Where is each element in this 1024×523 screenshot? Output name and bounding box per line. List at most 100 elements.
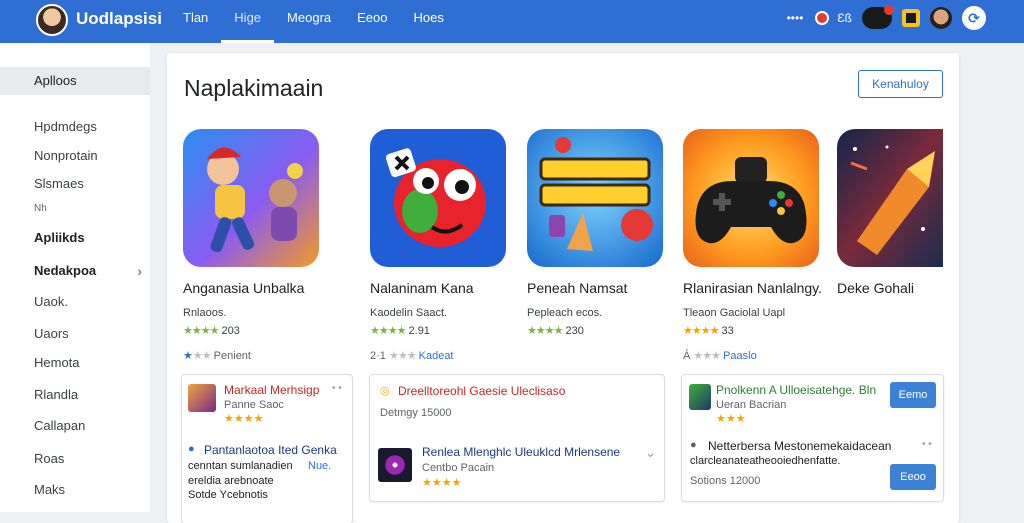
promo-card-3[interactable]: Pnolkenn A Ulloeisatehge. Bln Ueran Bacr…	[681, 374, 944, 502]
notification-icon[interactable]	[813, 11, 830, 25]
app-developer-3: Pepleach ecos.	[527, 307, 603, 319]
sidebar-item-6[interactable]: Apliikds	[0, 224, 150, 252]
rating-count: 33	[721, 325, 734, 337]
app-meta-1: ★★★ Penient	[183, 349, 251, 362]
top-right-toolbar: •••• Ɛß ⟳	[787, 5, 986, 30]
nav-tab-3[interactable]: Meogra	[274, 0, 344, 43]
card-subtitle: Ueran Bacrian	[716, 399, 787, 411]
app-meta-text: Penient	[213, 350, 251, 362]
main-panel: Naplakimaain Kenahuloy Anganasia Unbalka…	[167, 53, 959, 523]
brand-title: Uodlapsisi	[76, 9, 162, 28]
sidebar-item-8[interactable]: Uaok.	[0, 288, 150, 316]
app-tile-3[interactable]	[527, 129, 663, 267]
sidebar-item-13[interactable]: Roas	[0, 445, 150, 473]
refresh-icon[interactable]: ⟳	[962, 6, 986, 30]
sidebar-item-9[interactable]: Uaors	[0, 320, 150, 348]
nav-tab-2[interactable]: Hige	[221, 0, 274, 43]
app-rating-4: ★★★★ 33	[683, 324, 734, 337]
sidebar-item-3[interactable]: Nonprotain	[0, 142, 150, 170]
app-name-4[interactable]: Rlanirasian Nanlalngy.	[683, 280, 822, 296]
star-rating-icon: ★★★★	[370, 325, 406, 337]
card-app-icon	[378, 448, 412, 482]
app-tile-1[interactable]	[183, 129, 319, 267]
card-subtitle: Detmgy 15000	[380, 407, 452, 419]
app-name-1[interactable]: Anganasia Unbalka	[183, 280, 304, 296]
sidebar-item-1[interactable]: Aplloos	[0, 67, 150, 95]
sidebar-item-7-label: Nedakpoa	[34, 263, 97, 278]
sidebar-item-10[interactable]: Hemota	[0, 349, 150, 377]
card-line-3: Sotions 12000	[690, 475, 761, 487]
card-line-2b[interactable]: Nue.	[308, 460, 331, 472]
more-dots-icon[interactable]: ••••	[787, 11, 804, 25]
install-button-1[interactable]: Eemo	[890, 382, 936, 408]
card-title[interactable]: Dreelltoreohl Gaesie Uleclisaso	[398, 384, 565, 398]
app-developer-2: Kaodelin Saact.	[370, 307, 448, 319]
more-dots-icon[interactable]: • •	[332, 383, 342, 394]
sidebar-item-2[interactable]: Hpdmdegs	[0, 113, 150, 141]
app-meta-prefix: Á	[683, 350, 691, 362]
app-meta-4: Á ★★★ Paaslo	[683, 349, 757, 362]
app-meta-2: 2·1 ★★★ Kadeat	[370, 349, 454, 362]
app-name-3[interactable]: Peneah Namsat	[527, 280, 627, 296]
sidebar-item-12[interactable]: Callapan	[0, 412, 150, 440]
card-title[interactable]: Markaal Merhsigp	[224, 383, 319, 397]
app-meta-prefix: 2·1	[370, 350, 386, 362]
card-subtitle-2: Centbo Pacain	[422, 462, 495, 474]
card-title-2[interactable]: Renlea Mlenghlc Uleuklcd Mrlensene	[422, 445, 620, 459]
star-grey-icon: ★★★	[388, 350, 417, 362]
sidebar-item-14[interactable]: Maks	[0, 476, 150, 504]
app-developer-4: Tleaon Gaciolal Uapl	[683, 307, 786, 319]
rating-count: 2.91	[408, 325, 430, 337]
ring-icon: ◎	[380, 385, 390, 397]
card-line-2: cenntan sumlanadien	[188, 460, 293, 472]
nav-tab-4[interactable]: Eeoo	[344, 0, 400, 43]
app-developer-1: Rnlaoos.	[183, 307, 227, 319]
app-meta-link[interactable]: Paaslo	[723, 350, 757, 362]
sidebar-item-5[interactable]: Nh	[0, 195, 150, 223]
sidebar-item-4[interactable]: Slsmaes	[0, 170, 150, 198]
rating-count: 203	[221, 325, 240, 337]
gamepad-icon[interactable]	[862, 5, 894, 29]
card-app-icon	[689, 384, 711, 410]
rating-count: 230	[565, 325, 584, 337]
card-line-2: clarcleanateatheooiedhenfatte.	[690, 455, 841, 467]
profile-avatar[interactable]	[930, 7, 952, 29]
app-rating-1: ★★★★ 203	[183, 324, 240, 337]
info-dot-icon: ●	[188, 443, 195, 455]
app-icon-2	[370, 129, 506, 267]
app-icon-3	[527, 129, 663, 267]
promo-card-1[interactable]: Markaal Merhsigp Panne Saoc ★★★★ • • ● P…	[181, 374, 353, 523]
app-icon-4	[683, 129, 819, 267]
card-title-2[interactable]: Netterbersa Mestonemekaidacean	[708, 439, 891, 453]
library-icon[interactable]	[902, 9, 920, 27]
view-all-button[interactable]: Kenahuloy	[858, 70, 943, 98]
nav-tab-1[interactable]: Tlan	[170, 0, 221, 43]
promo-card-2[interactable]: ◎ Dreelltoreohl Gaesie Uleclisaso Detmgy…	[369, 374, 665, 502]
chevron-right-icon: ›	[137, 263, 142, 279]
star-rating-icon: ★★★★	[683, 325, 719, 337]
install-button-2[interactable]: Eeoo	[890, 464, 936, 490]
app-tile-5[interactable]	[837, 129, 943, 267]
app-name-2[interactable]: Nalaninam Kana	[370, 280, 474, 296]
card-subtitle: Panne Saoc	[224, 399, 284, 411]
card-title-2[interactable]: Pantanlaotoa Ited Genka	[204, 443, 337, 457]
chevron-down-icon[interactable]: ⌄	[645, 445, 656, 461]
more-dots-icon[interactable]: • •	[922, 439, 932, 450]
card-title[interactable]: Pnolkenn A Ulloeisatehge. Bln	[716, 383, 876, 397]
star-rating-icon: ★★★★	[183, 325, 219, 337]
card-app-icon	[188, 384, 216, 412]
user-avatar[interactable]	[36, 4, 68, 36]
star-grey-icon: ★★★	[693, 350, 721, 362]
nav-tab-5[interactable]: Hoes	[401, 0, 457, 43]
star-rating-icon: ★★★★	[527, 325, 563, 337]
sidebar-item-7[interactable]: Nedakpoa ›	[0, 257, 150, 285]
card-line-4: Sotde Ycebnotis	[188, 489, 268, 501]
app-name-5[interactable]: Deke Gohali	[837, 280, 914, 296]
sidebar: Aplloos Hpdmdegs Nonprotain Slsmaes Nh A…	[0, 43, 150, 512]
star-icon: ★	[183, 350, 193, 362]
app-tile-2[interactable]	[370, 129, 506, 267]
sidebar-item-11[interactable]: Rlandla	[0, 381, 150, 409]
top-nav: Tlan Hige Meogra Eeoo Hoes	[170, 0, 457, 43]
app-meta-link[interactable]: Kadeat	[419, 350, 454, 362]
app-tile-4[interactable]	[683, 129, 819, 267]
